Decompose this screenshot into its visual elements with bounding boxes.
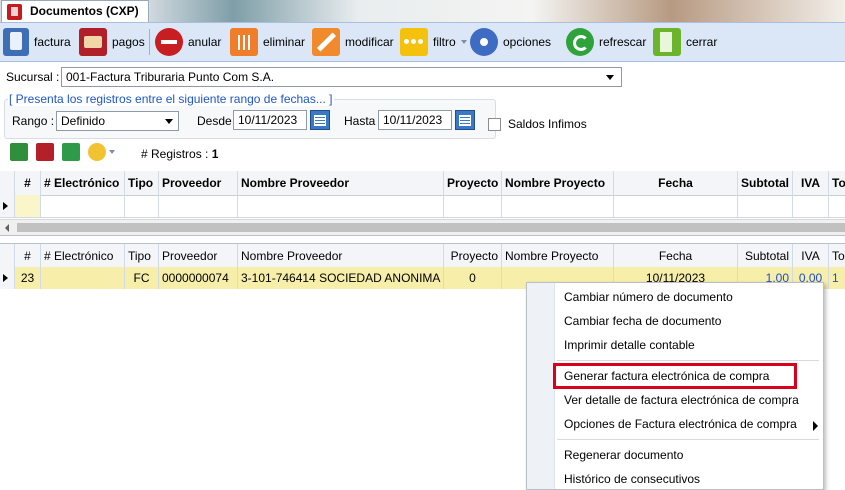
trash-icon (230, 28, 258, 56)
cerrar-button[interactable]: cerrar (653, 27, 717, 57)
menu-item-historico[interactable]: Histórico de consecutivos (564, 472, 700, 486)
background-photo (150, 0, 845, 22)
close-door-icon (653, 28, 681, 56)
menu-item-cambiar-numero[interactable]: Cambiar número de documento (564, 290, 733, 304)
calendar-icon[interactable] (455, 110, 475, 130)
opciones-button[interactable]: opciones (470, 27, 551, 57)
cell-total: 1 (829, 267, 845, 289)
tab-strip: Documentos (CXP) (0, 0, 845, 22)
toolbar-separator (149, 29, 150, 55)
payment-icon (79, 28, 107, 56)
dropdown-arrow-icon[interactable] (109, 150, 115, 154)
filter-dots-icon (400, 28, 428, 56)
dropdown-arrow-icon (460, 40, 467, 44)
tab-title: Documentos (CXP) (30, 4, 139, 18)
cell-nombre-proveedor: 3-101-746414 SOCIEDAD ANONIMA (238, 267, 444, 289)
sun-settings-icon[interactable] (88, 143, 106, 161)
horizontal-scrollbar[interactable] (0, 219, 845, 236)
cell-electronico (41, 267, 125, 289)
menu-item-cambiar-fecha[interactable]: Cambiar fecha de documento (564, 314, 721, 328)
dropdown-arrow-icon (606, 75, 614, 80)
submenu-arrow-icon (813, 421, 818, 431)
hasta-date-field[interactable]: 10/11/2023 (378, 110, 452, 130)
row-pointer-icon (3, 202, 8, 210)
menu-item-regenerar[interactable]: Regenerar documento (564, 448, 683, 462)
context-menu: Cambiar número de documento Cambiar fech… (526, 282, 824, 490)
cell-proyecto: 0 (444, 267, 502, 289)
bottom-grid-header: # # Electrónico Tipo Proveedor Nombre Pr… (0, 243, 845, 269)
refrescar-button[interactable]: refrescar (566, 27, 646, 57)
tab-documentos-cxp[interactable]: Documentos (CXP) (1, 0, 149, 22)
cell-num: 23 (15, 267, 41, 289)
dropdown-arrow-icon (165, 119, 173, 124)
menu-separator (557, 439, 819, 440)
refresh-icon (566, 28, 594, 56)
menu-item-ver-detalle[interactable]: Ver detalle de factura electrónica de co… (564, 393, 799, 407)
scroll-thumb[interactable] (17, 223, 845, 232)
magnet-icon[interactable] (36, 143, 54, 161)
filtro-button[interactable]: filtro (400, 27, 467, 57)
anular-button[interactable]: anular (155, 27, 221, 57)
desde-date-field[interactable]: 10/11/2023 (233, 110, 307, 130)
eliminar-button[interactable]: eliminar (230, 27, 305, 57)
rango-label: Rango : (12, 114, 55, 128)
calendar-icon[interactable] (310, 110, 330, 130)
top-grid-new-row[interactable] (0, 195, 845, 218)
menu-item-imprimir-detalle[interactable]: Imprimir detalle contable (564, 338, 695, 352)
row-pointer-icon (3, 274, 8, 282)
main-toolbar: factura pagos anular eliminar modificar … (0, 22, 845, 62)
top-grid-header: # # Electrónico Tipo Proveedor Nombre Pr… (0, 171, 845, 196)
scroll-left-icon[interactable] (5, 224, 9, 232)
menu-item-generar-factura[interactable]: Generar factura electrónica de compra (564, 369, 769, 383)
cancel-icon (155, 28, 183, 56)
cell-tipo: FC (125, 267, 159, 289)
saldos-infimos-checkbox[interactable] (488, 118, 501, 131)
hasta-label: Hasta (344, 114, 376, 128)
export-down-icon[interactable] (10, 143, 28, 161)
pagos-button[interactable]: pagos (79, 27, 145, 57)
export-icon[interactable] (62, 143, 80, 161)
modificar-button[interactable]: modificar (312, 27, 394, 57)
sucursal-select[interactable]: 001-Factura Triburaria Punto Com S.A. (61, 67, 622, 87)
context-menu-gutter (527, 283, 555, 489)
invoice-icon (3, 28, 29, 56)
menu-separator (557, 360, 819, 361)
cell-proveedor: 0000000074 (159, 267, 238, 289)
saldos-infimos-label: Saldos Infimos (508, 117, 587, 131)
rango-select[interactable]: Definido (56, 111, 179, 131)
menu-item-opciones-factura[interactable]: Opciones de Factura electrónica de compr… (564, 417, 797, 431)
desde-label: Desde (197, 114, 232, 128)
pencil-icon (312, 28, 340, 56)
options-network-icon (470, 28, 498, 56)
factura-button[interactable]: factura (3, 27, 71, 57)
sucursal-label: Sucursal : (6, 70, 60, 84)
records-count-label: # Registros : 1 (141, 147, 219, 161)
date-range-title: [ Presenta los registros entre el siguie… (8, 92, 334, 106)
document-app-icon (7, 4, 22, 20)
